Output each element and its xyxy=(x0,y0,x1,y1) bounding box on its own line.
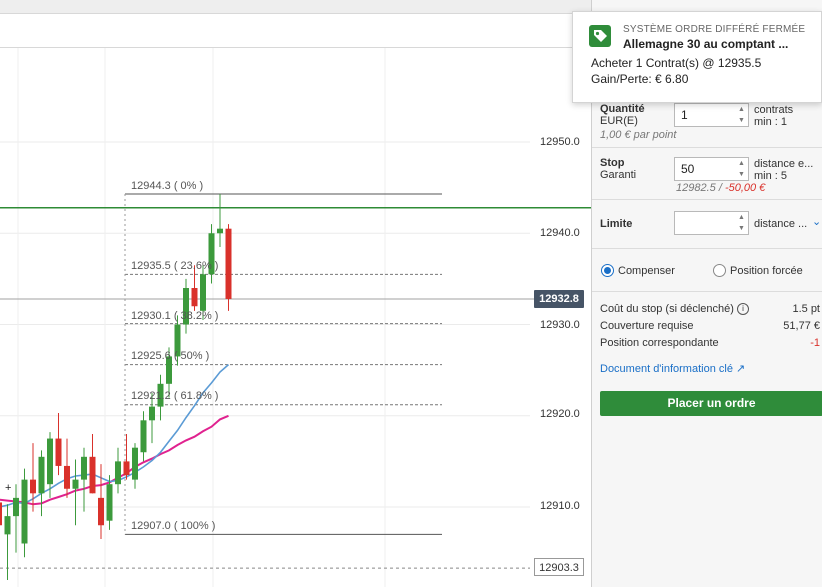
stop-min: min : 5 xyxy=(754,170,788,182)
stop-level: 12982.5 / -50,00 € xyxy=(676,182,766,194)
candle-up xyxy=(47,438,53,485)
candle-down xyxy=(225,228,232,299)
stop-distance-stepper[interactable]: 50 ▲ ▼ xyxy=(674,157,749,181)
quantity-value: 1 xyxy=(681,108,688,122)
compensate-label[interactable]: Compenser xyxy=(618,265,675,277)
candle-up xyxy=(21,479,28,544)
candle-down xyxy=(0,502,2,526)
force-position-radio[interactable] xyxy=(713,264,726,277)
price-tick: 12930.0 xyxy=(540,319,580,331)
notification-detail: Acheter 1 Contrat(s) @ 12935.5 xyxy=(591,56,762,70)
candle-down xyxy=(30,479,36,494)
candle-up xyxy=(217,228,223,234)
fib-level-label: 12907.0 ( 100% ) xyxy=(131,520,216,532)
notification-title: SYSTÈME ORDRE DIFFÉRÉ FERMÉE xyxy=(623,24,806,35)
stepper-arrows-icon[interactable]: ▲ ▼ xyxy=(735,212,748,234)
stop-cost-label: Coût du stop (si déclenché) i xyxy=(600,303,749,316)
candle-down xyxy=(64,465,70,489)
candle-down xyxy=(98,497,104,526)
crosshair-icon: + xyxy=(5,482,11,494)
tag-icon xyxy=(589,25,611,47)
divider xyxy=(592,199,822,200)
price-tick: 12950.0 xyxy=(540,136,580,148)
candle-up xyxy=(4,516,11,535)
stop-distance-value: 50 xyxy=(681,162,695,176)
stop-cost-value: 1.5 pt xyxy=(792,303,820,315)
margin-label: Couverture requise xyxy=(600,320,694,332)
low-price-label: 12903.3 xyxy=(534,558,584,576)
candle-up xyxy=(149,406,155,421)
position-label: Position correspondante xyxy=(600,337,719,349)
info-icon[interactable]: i xyxy=(736,303,749,316)
external-link-icon: ↗ xyxy=(736,363,746,375)
compensate-radio[interactable] xyxy=(601,264,614,277)
price-tick: 12910.0 xyxy=(540,500,580,512)
quantity-currency: EUR(E) xyxy=(600,115,638,127)
divider xyxy=(592,248,822,249)
candle-up xyxy=(13,497,19,517)
limit-label: Limite xyxy=(600,218,633,230)
order-notification[interactable]: SYSTÈME ORDRE DIFFÉRÉ FERMÉE Allemagne 3… xyxy=(572,11,822,103)
price-tick: 12940.0 xyxy=(540,227,580,239)
margin-value: 51,77 € xyxy=(783,320,820,332)
candle-up xyxy=(106,484,113,521)
per-point-value: 1,00 € par point xyxy=(600,129,677,141)
candle-up xyxy=(81,456,87,480)
price-chart[interactable]: + 12950.0 12940.0 12930.0 12920.0 12910.… xyxy=(0,0,591,587)
quantity-stepper[interactable]: 1 ▲ ▼ xyxy=(674,103,749,127)
current-price-label: 12932.8 xyxy=(534,290,584,308)
quantity-min: min : 1 xyxy=(754,116,788,128)
quantity-label: Quantité xyxy=(600,103,645,115)
chevron-down-icon[interactable]: ⌄ xyxy=(812,216,821,228)
candle-down xyxy=(89,456,96,494)
fib-level-label: 12935.5 ( 23.6% ) xyxy=(131,260,219,272)
limit-distance-stepper[interactable]: ▲ ▼ xyxy=(674,211,749,235)
candle-up xyxy=(132,447,138,480)
stepper-arrows-icon[interactable]: ▲ ▼ xyxy=(735,158,748,180)
candle-up xyxy=(140,420,147,453)
limit-unit: distance ... xyxy=(754,218,808,230)
chart-canvas[interactable]: + xyxy=(0,0,591,587)
stop-unit: distance e... xyxy=(754,158,814,170)
key-info-document-link[interactable]: Document d'information clé ↗ xyxy=(600,362,745,375)
stop-type: Garanti xyxy=(600,169,637,181)
quantity-unit: contrats xyxy=(754,104,794,116)
candle-up xyxy=(72,479,79,489)
stop-amount: -50,00 € xyxy=(724,182,766,194)
candle-up xyxy=(200,274,206,311)
fib-level-label: 12944.3 ( 0% ) xyxy=(131,180,204,192)
notification-instrument: Allemagne 30 au comptant ... xyxy=(623,37,789,51)
fib-level-label: 12930.1 ( 38.2% ) xyxy=(131,310,219,322)
stepper-arrows-icon[interactable]: ▲ ▼ xyxy=(735,104,748,126)
force-position-label[interactable]: Position forcée xyxy=(730,265,803,277)
candle-down xyxy=(123,461,130,476)
candle-up xyxy=(115,461,121,485)
notification-pnl: Gain/Perte: € 6.80 xyxy=(591,72,689,86)
divider xyxy=(592,147,822,148)
candle-up xyxy=(38,456,45,494)
divider xyxy=(592,291,822,292)
price-tick: 12920.0 xyxy=(540,408,580,420)
candle-down xyxy=(191,288,198,307)
fib-level-label: 12921.2 ( 61.8% ) xyxy=(131,390,219,402)
place-order-button[interactable]: Placer un ordre xyxy=(600,391,822,416)
fib-level-label: 12925.6 ( 50% ) xyxy=(131,350,210,362)
stop-label: Stop xyxy=(600,157,625,169)
candle-down xyxy=(55,438,62,466)
position-value: -1 xyxy=(810,337,820,349)
